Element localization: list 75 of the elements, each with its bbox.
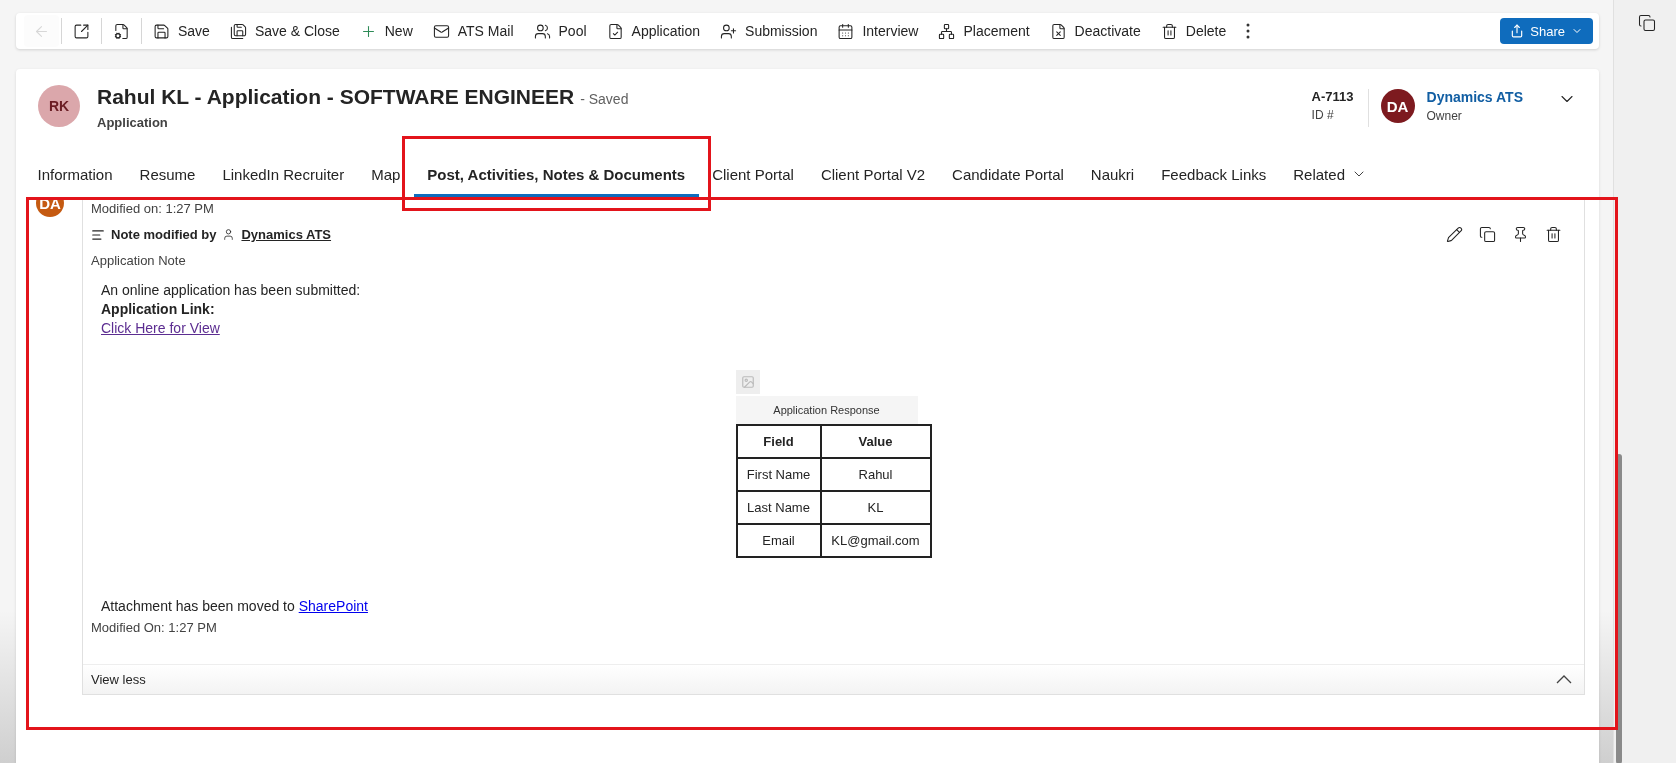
image-icon [740,375,755,389]
pop-out-icon [73,22,90,40]
tab[interactable]: Feedback Links [1147,151,1280,197]
id-label: ID # [1311,108,1335,122]
column-header: Field [736,425,821,458]
copy-icon[interactable] [1479,226,1496,243]
toolbar-button[interactable]: Save & Close [220,15,349,47]
tab[interactable]: Information [24,151,127,197]
pin-icon[interactable] [1512,226,1529,243]
toolbar-button[interactable]: Pool [524,15,596,47]
toolbar-button[interactable]: Save [144,15,219,47]
tab[interactable]: LinkedIn Recruiter [208,151,358,197]
save-icon [153,22,170,40]
tab[interactable]: Post, Activities, Notes & Documents [413,151,699,197]
tab[interactable]: Client Portal [698,151,808,197]
toolbar-button[interactable]: Delete [1151,15,1236,47]
owner-label: Owner [1426,109,1463,123]
id-value: A-7113 [1311,89,1354,104]
note-title: Application Note [91,253,187,268]
share-icon [1510,24,1525,38]
tab[interactable]: Naukri [1077,151,1148,197]
author-link[interactable]: Dynamics ATS [241,227,332,242]
person-plus-icon [720,22,738,40]
people-icon [533,22,551,40]
note-modified-label: Note modified by [111,227,217,242]
edit-icon[interactable] [1446,226,1463,243]
toolbar-button[interactable]: New [350,15,422,47]
document-check-icon [606,22,624,40]
column-header: Value [820,425,931,458]
tab[interactable]: Map [357,151,414,197]
table-caption: Application Response [735,396,918,424]
record-type: Application [97,115,169,130]
toolbar-button[interactable]: Placement [929,15,1039,47]
chevron-up-icon [1556,675,1572,684]
save-status: - Saved [580,91,629,107]
document-gear-icon [113,22,130,40]
record-avatar: RK [38,85,80,127]
toolbar-button[interactable]: ATS Mail [423,15,523,47]
attachment-text: Attachment has been moved to SharePoint [100,597,369,614]
toolbar-button[interactable]: Deactivate [1040,15,1150,47]
mail-icon [432,22,450,40]
share-button[interactable]: Share [1500,18,1593,44]
tab[interactable]: Candidate Portal [938,151,1078,197]
network-icon [938,22,956,40]
save-stack-icon [229,22,247,40]
note-text: An online application has been submitted: [101,282,362,298]
modified-date: Modified on: 1:27 PM [91,200,215,216]
toolbar-button[interactable]: Submission [711,15,827,47]
document-x-icon [1049,22,1067,40]
scrollbar-thumb[interactable] [1616,454,1622,763]
table-cell: KL [820,491,931,524]
sharepoint-link[interactable]: SharePoint [298,598,368,614]
tab[interactable]: Client Portal V2 [807,151,939,197]
table-cell: KL@gmail.com [820,524,931,557]
toolbar-button[interactable]: Application [597,15,710,47]
owner-link[interactable]: Dynamics ATS [1426,89,1523,105]
table-cell: Rahul [820,458,931,491]
view-link[interactable]: Click Here for View [101,320,1566,336]
more-icon [1246,23,1251,39]
trash-icon [1160,22,1178,40]
table-cell: First Name [736,458,821,491]
trash-icon[interactable] [1545,226,1562,243]
modified-date: Modified On: 1:27 PM [91,620,218,635]
calendar-icon [837,22,855,40]
note-icon [91,227,105,242]
note-text: Application Link: [101,301,216,317]
record-title: Rahul KL - Application - SOFTWARE ENGINEER [97,85,575,109]
tab[interactable]: Related [1279,151,1381,197]
toolbar-button[interactable]: Interview [828,15,928,47]
owner-avatar: DA [1380,89,1415,123]
table-cell: Email [736,524,821,557]
person-icon [222,228,236,241]
table-cell: Last Name [736,491,821,524]
view-less-toggle[interactable]: View less [83,664,1584,694]
tab[interactable]: Resume [126,151,209,197]
